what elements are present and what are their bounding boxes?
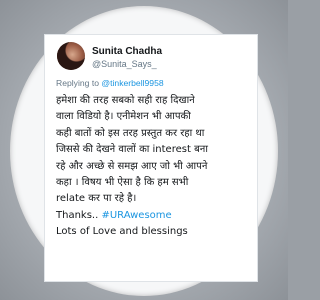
closing-line: Lots of Love and blessings [56,226,188,238]
hashtag-link[interactable]: #URAwesome [101,210,171,221]
thanks-text: Thanks.. [56,209,102,221]
tweet-line: कही बातों को इस तरह प्रस्तुत कर रहा था [56,127,205,139]
tweet-line: हमेशा की तरह सबको सही राह दिखाने [56,95,195,106]
replying-to-label: Replying to [56,78,102,88]
reply-to-link[interactable]: @tinkerbell9958 [101,78,163,88]
tweet-body: हमेशा की तरह सबको सही राह दिखाने वाला वि… [56,93,252,241]
tweet-line: रहे और अच्छे से समझ आए जो भी आपने [56,160,208,172]
tweet-line: जिससे की देखने वालों का interest बना [56,144,208,156]
replying-to: Replying to @tinkerbell9958 [56,78,164,88]
tweet-line: relate कर पा रहे है। [56,193,137,205]
avatar[interactable] [57,42,85,70]
author-name[interactable]: Sunita Chadha [92,46,162,57]
avatar-hair [57,42,85,70]
thanks-line: Thanks.. #URAwesome [56,208,252,224]
author-handle[interactable]: @Sunita_Says_ [92,59,157,69]
tweet-line: कहा । विषय भी ऐसा है कि हम सभी [56,177,189,189]
tweet-line: वाला विडियो है। एनीमेशन भी आपकी [56,111,191,123]
